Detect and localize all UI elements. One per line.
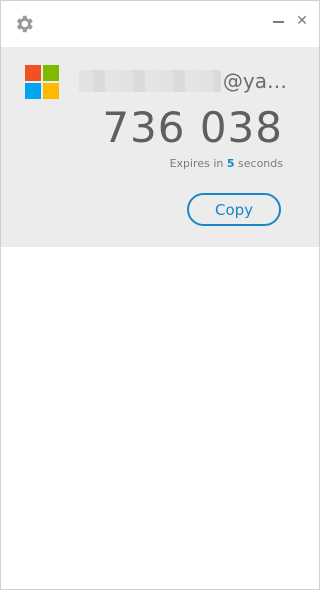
title-bar: ✕ <box>1 1 319 47</box>
redacted-username <box>79 70 221 92</box>
expiry-prefix: Expires in <box>169 157 227 170</box>
account-domain: @ya… <box>222 69 287 93</box>
authenticator-window: ✕ @ya… 736 038 Expires in 5 seconds Copy <box>0 0 320 590</box>
empty-content-area <box>1 247 319 589</box>
verification-code: 736 038 <box>102 103 283 152</box>
close-icon: ✕ <box>296 13 308 29</box>
minimize-icon <box>272 21 284 23</box>
copy-button[interactable]: Copy <box>187 193 281 226</box>
logo-blue-square <box>25 83 41 99</box>
expiry-text: Expires in 5 seconds <box>170 157 283 170</box>
window-controls: ✕ <box>271 11 309 31</box>
logo-green-square <box>43 65 59 81</box>
microsoft-logo-icon <box>25 65 59 99</box>
expiry-suffix: seconds <box>234 157 283 170</box>
logo-yellow-square <box>43 83 59 99</box>
close-button[interactable]: ✕ <box>295 11 309 31</box>
expiry-seconds: 5 <box>226 157 235 170</box>
account-name: @ya… <box>79 67 287 95</box>
minimize-button[interactable] <box>271 11 285 31</box>
logo-red-square <box>25 65 41 81</box>
account-card: @ya… 736 038 Expires in 5 seconds Copy <box>1 47 319 247</box>
gear-icon[interactable] <box>13 13 35 35</box>
